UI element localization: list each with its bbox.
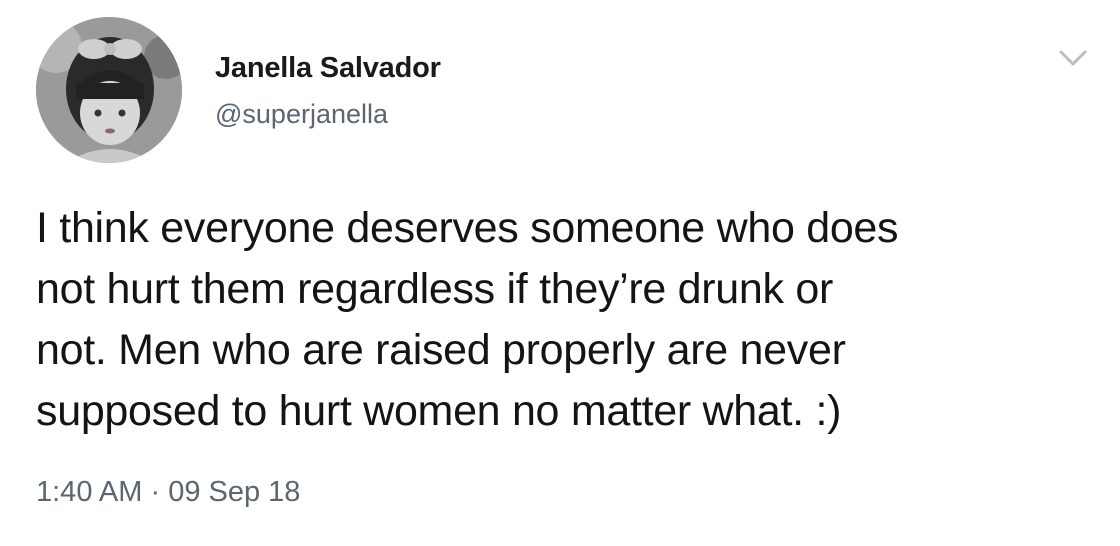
tweet-line: not. Men who are raised properly are nev… xyxy=(36,326,846,374)
tweet-text: I think everyone deserves someone who do… xyxy=(36,198,1096,442)
tweet-timestamp[interactable]: 1:40 AM · 09 Sep 18 xyxy=(36,476,300,509)
meta-separator: · xyxy=(150,476,161,508)
author-handle[interactable]: @superjanella xyxy=(215,99,388,130)
avatar-photo xyxy=(36,17,182,163)
author-name[interactable]: Janella Salvador xyxy=(215,52,441,85)
tweet-time: 1:40 AM xyxy=(36,476,143,508)
tweet-line: I think everyone deserves someone who do… xyxy=(36,204,899,252)
tweet-date: 09 Sep 18 xyxy=(168,476,301,508)
avatar[interactable] xyxy=(36,17,182,163)
tweet-line: supposed to hurt women no matter what. :… xyxy=(36,387,842,435)
tweet-card: Janella Salvador @superjanella I think e… xyxy=(0,0,1120,546)
tweet-line: not hurt them regardless if they’re drun… xyxy=(36,265,834,313)
chevron-down-icon[interactable] xyxy=(1057,46,1089,70)
